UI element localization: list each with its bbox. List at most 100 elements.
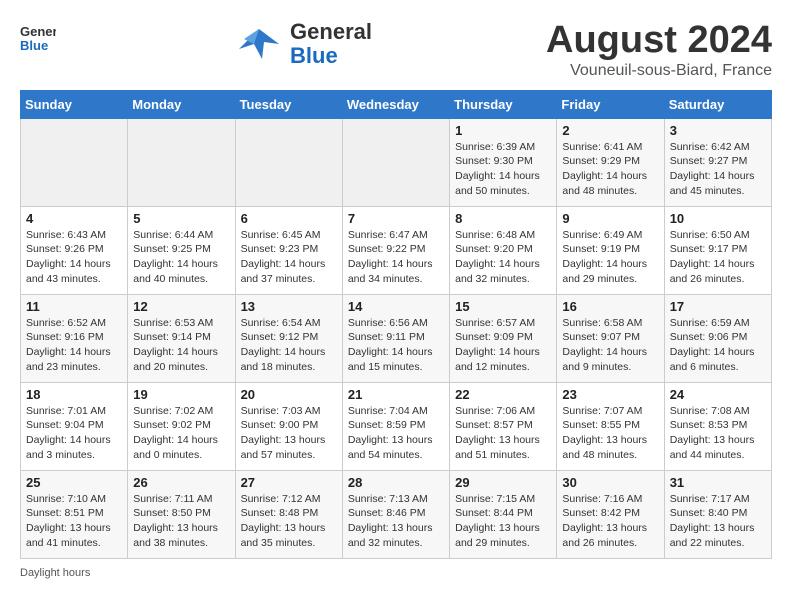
calendar-cell: 14 Sunrise: 6:56 AMSunset: 9:11 PMDayligh… (342, 294, 449, 382)
day-number: 11 (26, 299, 122, 314)
weekday-header-monday: Monday (128, 90, 235, 118)
day-info: Sunrise: 7:10 AMSunset: 8:51 PMDaylight:… (26, 492, 122, 551)
day-number: 9 (562, 211, 658, 226)
day-number: 29 (455, 475, 551, 490)
calendar-cell: 24 Sunrise: 7:08 AMSunset: 8:53 PMDayligh… (664, 382, 771, 470)
location-subtitle: Vouneuil-sous-Biard, France (546, 62, 772, 80)
day-info: Sunrise: 6:49 AMSunset: 9:19 PMDaylight:… (562, 228, 658, 287)
day-info: Sunrise: 6:53 AMSunset: 9:14 PMDaylight:… (133, 316, 229, 375)
day-info: Sunrise: 6:59 AMSunset: 9:06 PMDaylight:… (670, 316, 766, 375)
day-info: Sunrise: 7:15 AMSunset: 8:44 PMDaylight:… (455, 492, 551, 551)
day-info: Sunrise: 7:12 AMSunset: 8:48 PMDaylight:… (241, 492, 337, 551)
calendar-week-row: 18 Sunrise: 7:01 AMSunset: 9:04 PMDayligh… (21, 382, 772, 470)
day-number: 16 (562, 299, 658, 314)
day-number: 22 (455, 387, 551, 402)
day-number: 12 (133, 299, 229, 314)
logo-icon: General Blue (20, 20, 56, 56)
calendar-cell: 29 Sunrise: 7:15 AMSunset: 8:44 PMDayligh… (450, 470, 557, 558)
logo-blue-text: Blue (290, 43, 338, 68)
weekday-header-thursday: Thursday (450, 90, 557, 118)
day-number: 18 (26, 387, 122, 402)
weekday-header-tuesday: Tuesday (235, 90, 342, 118)
calendar-table: SundayMondayTuesdayWednesdayThursdayFrid… (20, 90, 772, 559)
calendar-cell (342, 118, 449, 206)
calendar-cell: 11 Sunrise: 6:52 AMSunset: 9:16 PMDayligh… (21, 294, 128, 382)
day-info: Sunrise: 6:47 AMSunset: 9:22 PMDaylight:… (348, 228, 444, 287)
day-info: Sunrise: 6:54 AMSunset: 9:12 PMDaylight:… (241, 316, 337, 375)
day-number: 6 (241, 211, 337, 226)
calendar-cell (235, 118, 342, 206)
calendar-cell: 30 Sunrise: 7:16 AMSunset: 8:42 PMDayligh… (557, 470, 664, 558)
calendar-week-row: 25 Sunrise: 7:10 AMSunset: 8:51 PMDayligh… (21, 470, 772, 558)
calendar-cell: 26Sunrise: 7:11 AMSunset: 8:50 PMDayligh… (128, 470, 235, 558)
day-info: Sunrise: 7:08 AMSunset: 8:53 PMDaylight:… (670, 404, 766, 463)
calendar-cell: 16 Sunrise: 6:58 AMSunset: 9:07 PMDayligh… (557, 294, 664, 382)
day-number: 20 (241, 387, 337, 402)
day-number: 31 (670, 475, 766, 490)
day-info: Sunrise: 7:07 AMSunset: 8:55 PMDaylight:… (562, 404, 658, 463)
weekday-header-wednesday: Wednesday (342, 90, 449, 118)
day-info: Sunrise: 7:16 AMSunset: 8:42 PMDaylight:… (562, 492, 658, 551)
weekday-header-friday: Friday (557, 90, 664, 118)
day-info: Sunrise: 7:11 AMSunset: 8:50 PMDaylight:… (133, 492, 229, 551)
day-number: 2 (562, 123, 658, 138)
day-number: 10 (670, 211, 766, 226)
day-number: 21 (348, 387, 444, 402)
day-number: 24 (670, 387, 766, 402)
day-info: Sunrise: 6:56 AMSunset: 9:11 PMDaylight:… (348, 316, 444, 375)
day-number: 19 (133, 387, 229, 402)
svg-text:Blue: Blue (20, 38, 48, 53)
logo-general-text: General (290, 19, 372, 44)
month-title: August 2024 (546, 20, 772, 62)
day-number: 1 (455, 123, 551, 138)
day-info: Sunrise: 6:50 AMSunset: 9:17 PMDaylight:… (670, 228, 766, 287)
calendar-cell (128, 118, 235, 206)
calendar-cell: 2 Sunrise: 6:41 AMSunset: 9:29 PMDaylight… (557, 118, 664, 206)
day-number: 25 (26, 475, 122, 490)
day-number: 4 (26, 211, 122, 226)
calendar-cell: 7 Sunrise: 6:47 AMSunset: 9:22 PMDaylight… (342, 206, 449, 294)
day-number: 3 (670, 123, 766, 138)
weekday-header-row: SundayMondayTuesdayWednesdayThursdayFrid… (21, 90, 772, 118)
calendar-cell: 1 Sunrise: 6:39 AMSunset: 9:30 PMDaylight… (450, 118, 557, 206)
day-info: Sunrise: 6:39 AMSunset: 9:30 PMDaylight:… (455, 140, 551, 199)
calendar-cell: 18 Sunrise: 7:01 AMSunset: 9:04 PMDayligh… (21, 382, 128, 470)
day-info: Sunrise: 6:58 AMSunset: 9:07 PMDaylight:… (562, 316, 658, 375)
footer-note: Daylight hours (20, 567, 772, 579)
calendar-cell: 17 Sunrise: 6:59 AMSunset: 9:06 PMDayligh… (664, 294, 771, 382)
calendar-week-row: 1 Sunrise: 6:39 AMSunset: 9:30 PMDaylight… (21, 118, 772, 206)
day-info: Sunrise: 7:01 AMSunset: 9:04 PMDaylight:… (26, 404, 122, 463)
day-number: 7 (348, 211, 444, 226)
day-number: 28 (348, 475, 444, 490)
logo-bird-icon (234, 24, 284, 64)
calendar-cell (21, 118, 128, 206)
calendar-week-row: 4 Sunrise: 6:43 AMSunset: 9:26 PMDaylight… (21, 206, 772, 294)
day-info: Sunrise: 6:52 AMSunset: 9:16 PMDaylight:… (26, 316, 122, 375)
day-number: 8 (455, 211, 551, 226)
day-number: 27 (241, 475, 337, 490)
day-info: Sunrise: 6:43 AMSunset: 9:26 PMDaylight:… (26, 228, 122, 287)
day-number: 17 (670, 299, 766, 314)
day-number: 23 (562, 387, 658, 402)
day-info: Sunrise: 7:13 AMSunset: 8:46 PMDaylight:… (348, 492, 444, 551)
calendar-cell: 22 Sunrise: 7:06 AMSunset: 8:57 PMDayligh… (450, 382, 557, 470)
day-info: Sunrise: 6:41 AMSunset: 9:29 PMDaylight:… (562, 140, 658, 199)
calendar-cell: 23 Sunrise: 7:07 AMSunset: 8:55 PMDayligh… (557, 382, 664, 470)
logo: General Blue (20, 20, 60, 56)
title-block: August 2024 Vouneuil-sous-Biard, France (546, 20, 772, 80)
calendar-cell: 4 Sunrise: 6:43 AMSunset: 9:26 PMDaylight… (21, 206, 128, 294)
calendar-week-row: 11 Sunrise: 6:52 AMSunset: 9:16 PMDayligh… (21, 294, 772, 382)
day-number: 30 (562, 475, 658, 490)
calendar-cell: 10 Sunrise: 6:50 AMSunset: 9:17 PMDayligh… (664, 206, 771, 294)
calendar-cell: 21 Sunrise: 7:04 AMSunset: 8:59 PMDayligh… (342, 382, 449, 470)
day-info: Sunrise: 7:04 AMSunset: 8:59 PMDaylight:… (348, 404, 444, 463)
calendar-cell: 28 Sunrise: 7:13 AMSunset: 8:46 PMDayligh… (342, 470, 449, 558)
page-header: General Blue General Blue August 2024 Vo… (20, 20, 772, 80)
day-info: Sunrise: 7:06 AMSunset: 8:57 PMDaylight:… (455, 404, 551, 463)
calendar-cell: 5Sunrise: 6:44 AMSunset: 9:25 PMDaylight… (128, 206, 235, 294)
calendar-cell: 25 Sunrise: 7:10 AMSunset: 8:51 PMDayligh… (21, 470, 128, 558)
day-number: 14 (348, 299, 444, 314)
calendar-cell: 3Sunrise: 6:42 AMSunset: 9:27 PMDaylight… (664, 118, 771, 206)
calendar-cell: 31Sunrise: 7:17 AMSunset: 8:40 PMDayligh… (664, 470, 771, 558)
weekday-header-saturday: Saturday (664, 90, 771, 118)
